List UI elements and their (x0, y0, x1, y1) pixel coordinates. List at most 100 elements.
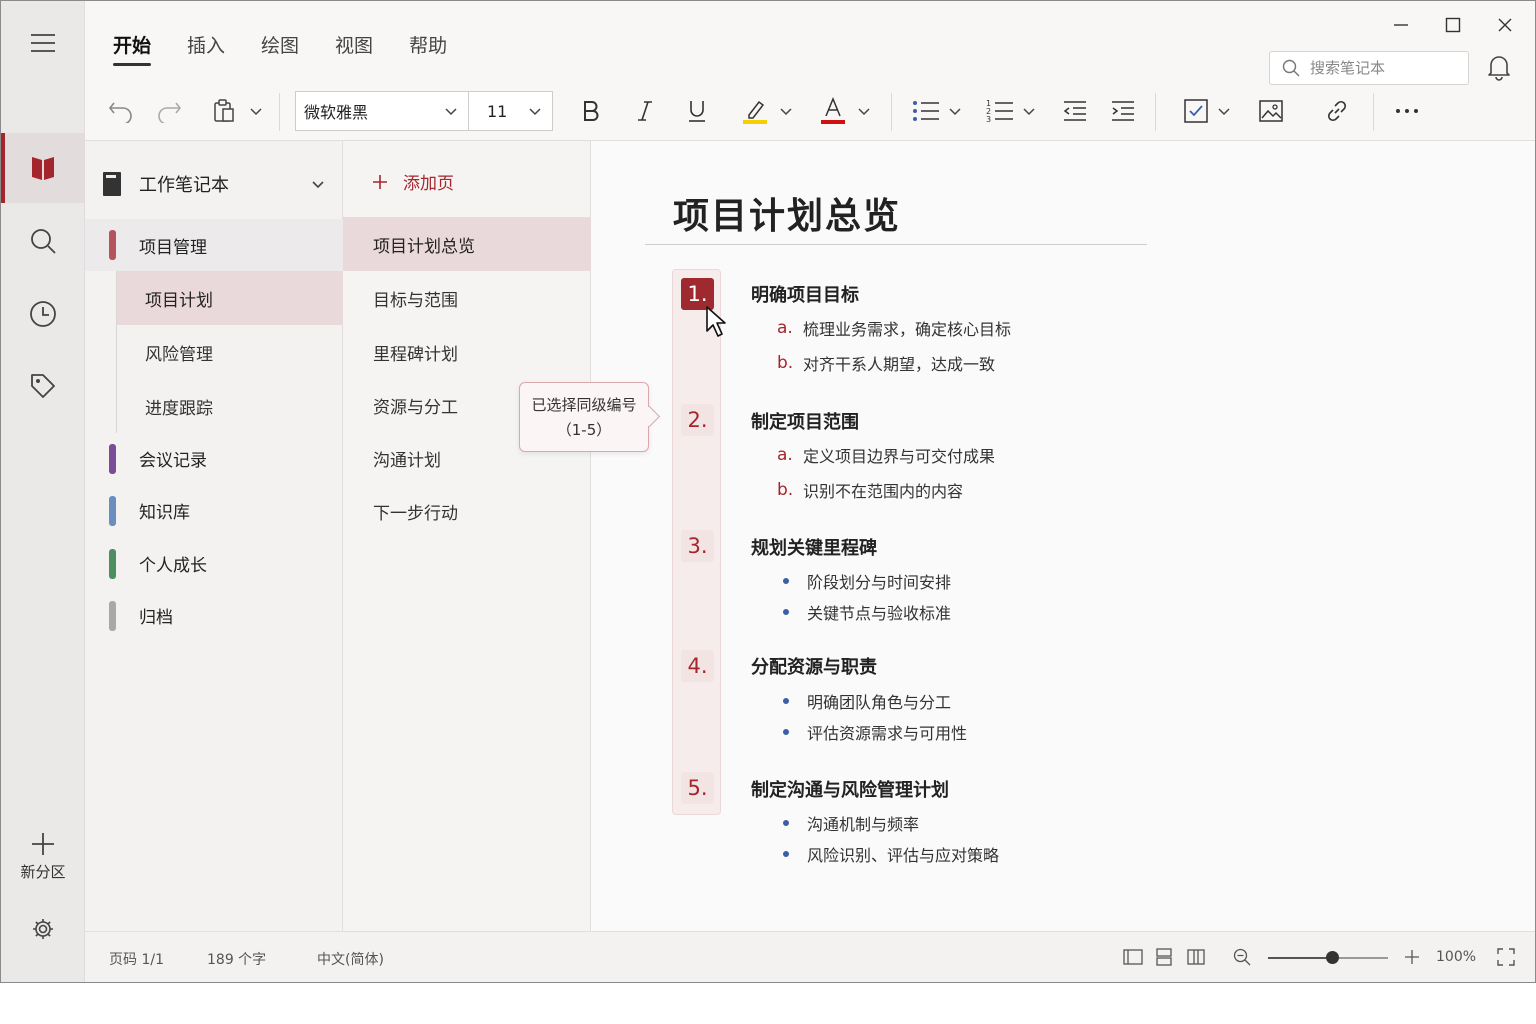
highlight-button[interactable] (737, 93, 797, 129)
decrease-indent-button[interactable] (1057, 93, 1093, 129)
font-size-select[interactable]: 11 (468, 91, 553, 131)
list-sub-item[interactable]: 关键节点与验收标准 (777, 600, 951, 624)
notifications-button[interactable] (1487, 53, 1511, 85)
hamburger-icon (31, 34, 55, 52)
outdent-icon (1063, 101, 1086, 121)
minimize-button[interactable] (1383, 13, 1419, 37)
tab-draw[interactable]: 绘图 (261, 31, 299, 66)
bold-button[interactable] (573, 93, 609, 129)
todo-tag-button[interactable] (1179, 93, 1235, 129)
subsection-item[interactable]: 项目计划 (117, 271, 343, 325)
page-title[interactable]: 项目计划总览 (673, 187, 901, 239)
chevron-down-icon (949, 108, 961, 116)
section-item[interactable]: 项目管理 (85, 219, 343, 271)
list-sub-item[interactable]: b. 识别不在范围内的内容 (777, 478, 963, 502)
increase-indent-button[interactable] (1105, 93, 1141, 129)
page-view-icon[interactable] (1155, 948, 1173, 966)
add-page-button[interactable]: 添加页 (371, 169, 454, 194)
sub-item-marker: b. (777, 480, 794, 500)
list-item-heading[interactable]: 制定沟通与风险管理计划 (751, 776, 949, 802)
numbered-list-button[interactable]: 123 (983, 93, 1039, 129)
list-number[interactable]: 4. (681, 650, 714, 682)
list-number[interactable]: 5. (681, 772, 714, 804)
zoom-slider-fill (1268, 957, 1332, 959)
undo-icon (108, 102, 132, 123)
section-label: 归档 (139, 607, 173, 628)
subsection-item[interactable]: 进度跟踪 (117, 379, 343, 433)
page-item[interactable]: 目标与范围 (343, 271, 591, 325)
close-button[interactable] (1487, 13, 1523, 37)
maximize-button[interactable] (1435, 13, 1471, 37)
insert-link-button[interactable] (1319, 93, 1355, 129)
section-item[interactable]: 知识库 (85, 485, 343, 535)
font-name-select[interactable]: 微软雅黑 (295, 91, 469, 131)
search-box[interactable] (1269, 51, 1469, 85)
redo-button[interactable] (153, 93, 185, 129)
list-sub-item[interactable]: 风险识别、评估与应对策略 (777, 842, 999, 866)
font-color-button[interactable] (815, 93, 875, 129)
list-sub-item[interactable]: 评估资源需求与可用性 (777, 720, 967, 744)
more-icon (1396, 109, 1418, 113)
tab-view[interactable]: 视图 (335, 31, 373, 66)
zoom-in-icon[interactable] (1403, 948, 1421, 966)
list-sub-item[interactable]: 阶段划分与时间安排 (777, 569, 951, 593)
tab-help[interactable]: 帮助 (409, 31, 447, 66)
bullet-dot (783, 609, 789, 615)
list-sub-item[interactable]: b. 对齐干系人期望，达成一致 (777, 351, 995, 375)
zoom-out-icon[interactable] (1233, 948, 1251, 966)
word-count: 189 个字 (207, 952, 267, 968)
page-item[interactable]: 下一步行动 (343, 484, 591, 538)
zoom-slider-thumb[interactable] (1325, 951, 1339, 964)
page-canvas[interactable]: 项目计划总览 1. 明确项目目标 a. 梳理业务需求，确定核心目标 b. 对齐干系人… (591, 141, 1535, 931)
new-section-button[interactable]: 新分区 (1, 831, 85, 901)
column-view-icon[interactable] (1187, 948, 1205, 966)
search-rail-button[interactable] (1, 209, 85, 273)
subsection-item[interactable]: 风险管理 (117, 325, 343, 379)
chevron-down-icon (1023, 108, 1035, 116)
list-sub-item[interactable]: 沟通机制与频率 (777, 811, 919, 835)
tab-home[interactable]: 开始 (113, 31, 152, 66)
page-item[interactable]: 项目计划总览 (343, 217, 591, 271)
list-number[interactable]: 2. (681, 404, 714, 436)
undo-button[interactable] (105, 93, 137, 129)
list-item-heading[interactable]: 制定项目范围 (751, 408, 859, 434)
hamburger-menu-button[interactable] (1, 11, 85, 75)
section-label: 项目管理 (139, 237, 207, 258)
insert-picture-button[interactable] (1253, 93, 1289, 129)
bullet-list-button[interactable] (909, 93, 965, 129)
list-sub-item[interactable]: 明确团队角色与分工 (777, 689, 951, 713)
section-item[interactable]: 会议记录 (85, 433, 343, 483)
list-sub-item[interactable]: a. 梳理业务需求，确定核心目标 (777, 316, 1011, 340)
section-color-tab (109, 230, 116, 260)
fullscreen-icon[interactable] (1497, 948, 1515, 966)
list-item-heading[interactable]: 规划关键里程碑 (751, 534, 877, 560)
italic-button[interactable] (627, 93, 663, 129)
notebook-selector[interactable]: 工作笔记本 (85, 159, 343, 209)
settings-button[interactable] (1, 897, 85, 961)
more-options-button[interactable] (1389, 93, 1425, 129)
list-item-heading[interactable]: 明确项目目标 (751, 281, 859, 307)
recent-rail-button[interactable] (1, 282, 85, 346)
zoom-slider[interactable] (1268, 951, 1388, 964)
reading-view-icon[interactable] (1123, 948, 1143, 966)
tags-rail-button[interactable] (1, 354, 85, 418)
language-indicator[interactable]: 中文(简体) (317, 949, 384, 969)
notebook-name: 工作笔记本 (139, 175, 229, 196)
notebooks-button[interactable] (1, 133, 85, 203)
section-color-tab (109, 601, 116, 631)
list-item-heading[interactable]: 分配资源与职责 (751, 653, 877, 679)
sub-item-marker: b. (777, 353, 794, 373)
section-item[interactable]: 个人成长 (85, 538, 343, 588)
section-label: 会议记录 (139, 450, 207, 471)
section-item[interactable]: 归档 (85, 590, 343, 640)
page-item[interactable]: 里程碑计划 (343, 325, 591, 379)
underline-button[interactable] (679, 93, 715, 129)
bullet-dot (783, 698, 789, 704)
font-size-value: 11 (487, 101, 508, 121)
search-input[interactable] (1310, 59, 1450, 77)
list-number[interactable]: 3. (681, 530, 714, 562)
paste-button[interactable] (207, 93, 267, 129)
sub-item-text: 定义项目边界与可交付成果 (803, 447, 996, 466)
tab-insert[interactable]: 插入 (187, 31, 225, 66)
list-sub-item[interactable]: a. 定义项目边界与可交付成果 (777, 443, 995, 467)
